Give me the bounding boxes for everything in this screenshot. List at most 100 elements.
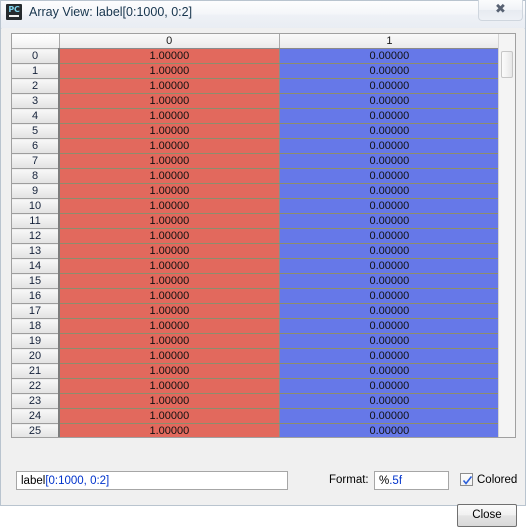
- cell-12-1[interactable]: 0.00000: [279, 228, 500, 244]
- row-header[interactable]: 8: [12, 168, 60, 184]
- row-header[interactable]: 13: [12, 243, 60, 259]
- row-header[interactable]: 7: [12, 153, 60, 169]
- cell-8-0[interactable]: 1.00000: [59, 168, 280, 184]
- cell-4-0[interactable]: 1.00000: [59, 108, 280, 124]
- cell-20-0[interactable]: 1.00000: [59, 348, 280, 364]
- cell-21-1[interactable]: 0.00000: [279, 363, 500, 379]
- close-button[interactable]: Close: [457, 504, 517, 527]
- cell-18-1[interactable]: 0.00000: [279, 318, 500, 334]
- cell-15-0[interactable]: 1.00000: [59, 273, 280, 289]
- cell-24-0[interactable]: 1.00000: [59, 408, 280, 424]
- cell-16-1[interactable]: 0.00000: [279, 288, 500, 304]
- row-header[interactable]: 23: [12, 393, 60, 409]
- cell-24-1[interactable]: 0.00000: [279, 408, 500, 424]
- table-row[interactable]: 22 1.00000 0.00000: [12, 378, 500, 394]
- row-header[interactable]: 0: [12, 48, 60, 64]
- cell-10-1[interactable]: 0.00000: [279, 198, 500, 214]
- cell-21-0[interactable]: 1.00000: [59, 363, 280, 379]
- cell-9-0[interactable]: 1.00000: [59, 183, 280, 199]
- cell-15-1[interactable]: 0.00000: [279, 273, 500, 289]
- vertical-scrollbar-thumb[interactable]: [501, 51, 513, 78]
- titlebar-close-button[interactable]: ✖: [478, 0, 523, 21]
- row-header[interactable]: 24: [12, 408, 60, 424]
- cell-12-0[interactable]: 1.00000: [59, 228, 280, 244]
- table-row[interactable]: 13 1.00000 0.00000: [12, 243, 500, 259]
- table-row[interactable]: 6 1.00000 0.00000: [12, 138, 500, 154]
- table-row[interactable]: 15 1.00000 0.00000: [12, 273, 500, 289]
- cell-2-0[interactable]: 1.00000: [59, 78, 280, 94]
- row-header[interactable]: 10: [12, 198, 60, 214]
- table-row[interactable]: 8 1.00000 0.00000: [12, 168, 500, 184]
- expression-input[interactable]: label[0:1000, 0:2]: [16, 471, 288, 490]
- table-row[interactable]: 23 1.00000 0.00000: [12, 393, 500, 409]
- row-header[interactable]: 2: [12, 78, 60, 94]
- checkbox-box[interactable]: [460, 473, 473, 486]
- table-row[interactable]: 3 1.00000 0.00000: [12, 93, 500, 109]
- cell-0-1[interactable]: 0.00000: [279, 48, 500, 64]
- cell-18-0[interactable]: 1.00000: [59, 318, 280, 334]
- cell-25-0[interactable]: 1.00000: [59, 423, 280, 437]
- row-header[interactable]: 16: [12, 288, 60, 304]
- cell-1-1[interactable]: 0.00000: [279, 63, 500, 79]
- cell-7-0[interactable]: 1.00000: [59, 153, 280, 169]
- cell-23-0[interactable]: 1.00000: [59, 393, 280, 409]
- table-row[interactable]: 9 1.00000 0.00000: [12, 183, 500, 199]
- cell-5-0[interactable]: 1.00000: [59, 123, 280, 139]
- row-header[interactable]: 3: [12, 93, 60, 109]
- row-header[interactable]: 17: [12, 303, 60, 319]
- row-header[interactable]: 18: [12, 318, 60, 334]
- table-row[interactable]: 14 1.00000 0.00000: [12, 258, 500, 274]
- table-row[interactable]: 19 1.00000 0.00000: [12, 333, 500, 349]
- cell-17-1[interactable]: 0.00000: [279, 303, 500, 319]
- row-header[interactable]: 12: [12, 228, 60, 244]
- cell-3-0[interactable]: 1.00000: [59, 93, 280, 109]
- cell-13-0[interactable]: 1.00000: [59, 243, 280, 259]
- row-header[interactable]: 20: [12, 348, 60, 364]
- row-header[interactable]: 22: [12, 378, 60, 394]
- column-header-0[interactable]: 0: [59, 34, 280, 49]
- table-row[interactable]: 5 1.00000 0.00000: [12, 123, 500, 139]
- cell-13-1[interactable]: 0.00000: [279, 243, 500, 259]
- cell-1-0[interactable]: 1.00000: [59, 63, 280, 79]
- cell-6-0[interactable]: 1.00000: [59, 138, 280, 154]
- cell-3-1[interactable]: 0.00000: [279, 93, 500, 109]
- vertical-scrollbar[interactable]: [498, 34, 515, 437]
- table-row[interactable]: 11 1.00000 0.00000: [12, 213, 500, 229]
- table-row[interactable]: 16 1.00000 0.00000: [12, 288, 500, 304]
- row-header[interactable]: 6: [12, 138, 60, 154]
- table-row[interactable]: 20 1.00000 0.00000: [12, 348, 500, 364]
- cell-11-0[interactable]: 1.00000: [59, 213, 280, 229]
- cell-17-0[interactable]: 1.00000: [59, 303, 280, 319]
- row-header[interactable]: 9: [12, 183, 60, 199]
- cell-6-1[interactable]: 0.00000: [279, 138, 500, 154]
- table-row[interactable]: 24 1.00000 0.00000: [12, 408, 500, 424]
- cell-0-0[interactable]: 1.00000: [59, 48, 280, 64]
- row-header[interactable]: 19: [12, 333, 60, 349]
- table-row[interactable]: 17 1.00000 0.00000: [12, 303, 500, 319]
- cell-19-0[interactable]: 1.00000: [59, 333, 280, 349]
- row-header[interactable]: 4: [12, 108, 60, 124]
- table-row[interactable]: 4 1.00000 0.00000: [12, 108, 500, 124]
- table-row[interactable]: 18 1.00000 0.00000: [12, 318, 500, 334]
- cell-8-1[interactable]: 0.00000: [279, 168, 500, 184]
- table-row[interactable]: 2 1.00000 0.00000: [12, 78, 500, 94]
- table-row[interactable]: 0 1.00000 0.00000: [12, 48, 500, 64]
- cell-9-1[interactable]: 0.00000: [279, 183, 500, 199]
- row-header[interactable]: 1: [12, 63, 60, 79]
- column-header-1[interactable]: 1: [279, 34, 500, 49]
- cell-2-1[interactable]: 0.00000: [279, 78, 500, 94]
- cell-11-1[interactable]: 0.00000: [279, 213, 500, 229]
- cell-14-1[interactable]: 0.00000: [279, 258, 500, 274]
- row-header[interactable]: 11: [12, 213, 60, 229]
- colored-checkbox[interactable]: Colored: [460, 473, 517, 486]
- cell-4-1[interactable]: 0.00000: [279, 108, 500, 124]
- cell-19-1[interactable]: 0.00000: [279, 333, 500, 349]
- cell-25-1[interactable]: 0.00000: [279, 423, 500, 437]
- cell-23-1[interactable]: 0.00000: [279, 393, 500, 409]
- cell-22-0[interactable]: 1.00000: [59, 378, 280, 394]
- table-row[interactable]: 1 1.00000 0.00000: [12, 63, 500, 79]
- row-header[interactable]: 21: [12, 363, 60, 379]
- row-header[interactable]: 14: [12, 258, 60, 274]
- cell-20-1[interactable]: 0.00000: [279, 348, 500, 364]
- table-row[interactable]: 7 1.00000 0.00000: [12, 153, 500, 169]
